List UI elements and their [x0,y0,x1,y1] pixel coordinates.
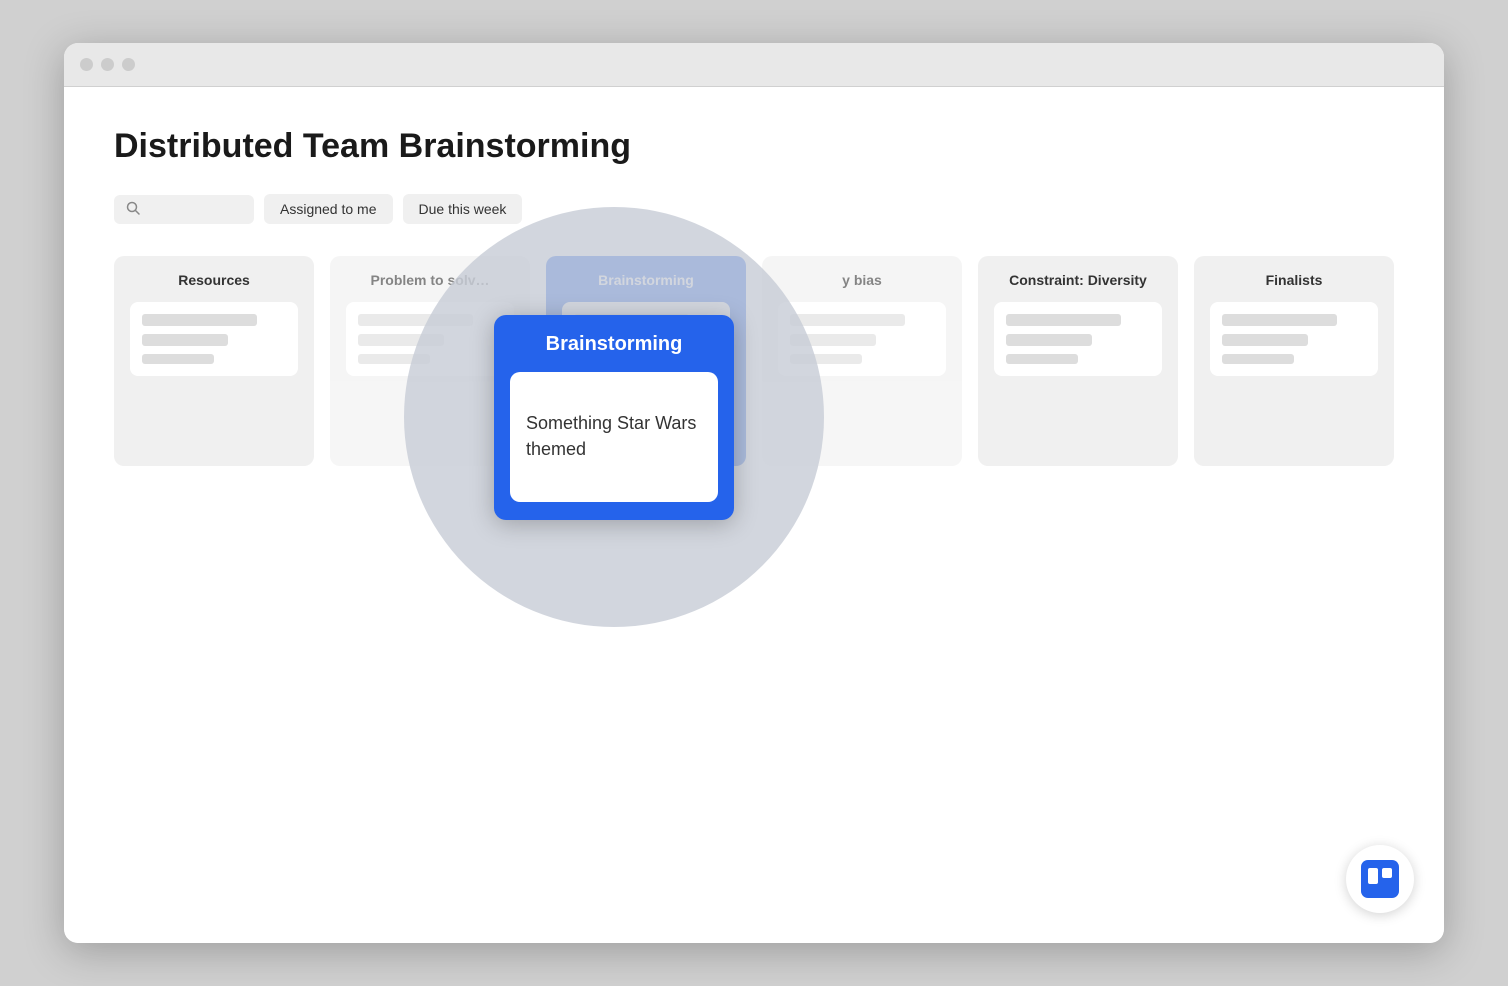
card-bar [1222,334,1308,346]
card[interactable] [778,302,946,376]
search-box[interactable] [114,195,254,224]
column-resources: Resources [114,256,314,466]
card-tag [358,354,430,364]
card-bar [574,314,689,326]
card-bar [790,314,905,326]
column-header-resources: Resources [130,272,298,288]
card[interactable] [1210,302,1378,376]
trello-badge[interactable] [1346,845,1414,913]
page-title: Distributed Team Brainstorming [114,127,1394,166]
column-y-bias: y bias [762,256,962,466]
card-bar [1222,314,1337,326]
trello-logo-icon [1361,860,1399,898]
column-header-brainstorming: Brainstorming [562,272,730,288]
brainstorming-card-2[interactable] [562,386,730,440]
column-brainstorming: Brainstorming [546,256,746,466]
column-problem-to-solve: Problem to solv… [330,256,530,466]
column-header-diversity: Constraint: Diversity [994,272,1162,288]
card-bar [574,334,660,346]
due-this-week-button[interactable]: Due this week [403,194,523,224]
column-header-y-bias: y bias [778,272,946,288]
card[interactable] [130,302,298,376]
search-icon [126,201,140,218]
card-tag [790,354,862,364]
card-bar [1006,314,1121,326]
toolbar: Assigned to me Due this week [114,194,1394,224]
column-constraint-diversity: Constraint: Diversity [978,256,1178,466]
card-tag [142,354,214,364]
card-bar [142,334,228,346]
traffic-lights [80,58,135,71]
card-bar [358,334,444,346]
browser-titlebar [64,43,1444,87]
traffic-light-minimize[interactable] [101,58,114,71]
column-header-problem: Problem to solv… [346,272,514,288]
card-bar [358,314,473,326]
assigned-to-me-button[interactable]: Assigned to me [264,194,393,224]
column-header-finalists: Finalists [1210,272,1378,288]
card-tag [1222,354,1294,364]
card-bar [142,314,257,326]
traffic-light-close[interactable] [80,58,93,71]
browser-content: Distributed Team Brainstorming Assigned … [64,87,1444,943]
card-tag [574,354,646,364]
card[interactable] [346,302,514,376]
column-finalists: Finalists [1194,256,1394,466]
card-tag [1006,354,1078,364]
kanban-board: Resources Problem to solv… Brainstormi [114,256,1394,486]
card-tag [574,418,646,428]
browser-window: Distributed Team Brainstorming Assigned … [64,43,1444,943]
brainstorming-card[interactable] [562,302,730,376]
card-bar [790,334,876,346]
card-bar [574,398,689,410]
card[interactable] [994,302,1162,376]
card-bar [1006,334,1092,346]
traffic-light-maximize[interactable] [122,58,135,71]
